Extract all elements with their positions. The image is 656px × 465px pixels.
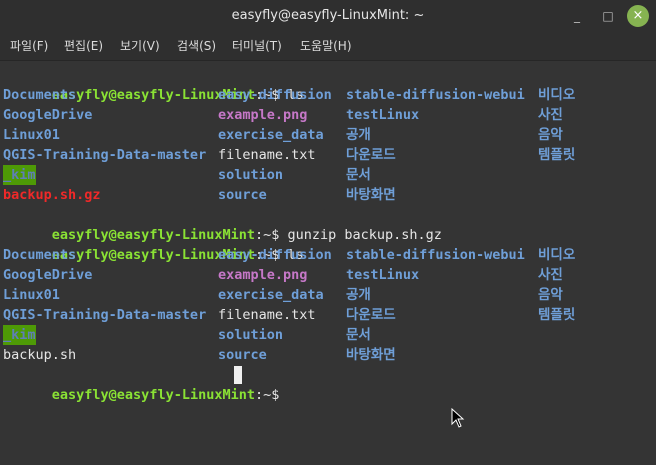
ls-output-row: Documents easy-diffusion stable-diffusion-… bbox=[3, 85, 653, 105]
ls-entry: stable-diffusion-webui bbox=[346, 87, 525, 103]
ls-entry: 문서 bbox=[346, 167, 371, 183]
ls-output-row: Linux01 exercise_data 공개 음악 bbox=[3, 125, 653, 145]
ls-entry: GoogleDrive bbox=[3, 267, 93, 283]
prompt-line: easyfly@easyfly-LinuxMint:~$ gunzip back… bbox=[3, 205, 442, 243]
ls-entry: solution bbox=[218, 327, 284, 343]
ls-entry: easy-diffusion bbox=[218, 247, 332, 263]
ls-entry: easy-diffusion bbox=[218, 87, 332, 103]
ls-entry: 공개 bbox=[346, 127, 371, 143]
ls-entry: 바탕화면 bbox=[346, 347, 396, 363]
ls-entry: 문서 bbox=[346, 327, 371, 343]
ls-entry: 음악 bbox=[538, 287, 563, 303]
menu-bar: 파일(F) 편집(E) 보기(V) 검색(S) 터미널(T) 도움말(H) bbox=[0, 32, 656, 61]
menu-view[interactable]: 보기(V) bbox=[118, 32, 162, 60]
menu-file[interactable]: 파일(F) bbox=[8, 32, 50, 60]
ls-entry: GoogleDrive bbox=[3, 107, 93, 123]
ls-output-row: GoogleDrive example.png testLinux 사진 bbox=[3, 105, 653, 125]
prompt-line: easyfly@easyfly-LinuxMint:~$ ls bbox=[3, 225, 304, 263]
ls-entry: source bbox=[218, 187, 267, 203]
command-text: gunzip backup.sh.gz bbox=[287, 227, 442, 243]
ls-entry: solution bbox=[218, 167, 284, 183]
menu-search[interactable]: 검색(S) bbox=[175, 32, 218, 60]
ls-entry: 사진 bbox=[538, 267, 563, 283]
ls-entry: 템플릿 bbox=[538, 147, 576, 163]
ls-output-row: backup.sh.gz source 바탕화면 bbox=[3, 185, 653, 205]
ls-entry: _kim bbox=[3, 325, 36, 345]
ls-entry: Documents bbox=[3, 247, 77, 263]
ls-entry: Linux01 bbox=[3, 287, 60, 303]
ls-output-row: GoogleDrive example.png testLinux 사진 bbox=[3, 265, 653, 285]
ls-entry: 공개 bbox=[346, 287, 371, 303]
ls-entry: Linux01 bbox=[3, 127, 60, 143]
ls-entry: exercise_data bbox=[218, 127, 324, 143]
ls-output-row: _kim solution 문서 bbox=[3, 165, 653, 185]
ls-output-row: Documents easy-diffusion stable-diffusion-… bbox=[3, 245, 653, 265]
ls-output-row: backup.sh source 바탕화면 bbox=[3, 345, 653, 365]
ls-entry: backup.sh bbox=[3, 347, 77, 363]
ls-entry: 비디오 bbox=[538, 247, 576, 263]
ls-entry: _kim bbox=[3, 165, 36, 185]
ls-entry: backup.sh.gz bbox=[3, 187, 101, 203]
ls-entry: 다운로드 bbox=[346, 147, 396, 163]
ls-entry: example.png bbox=[218, 267, 308, 283]
ls-output-row: QGIS-Training-Data-master filename.txt 다운로… bbox=[3, 145, 653, 165]
ls-entry: 음악 bbox=[538, 127, 563, 143]
ls-entry: filename.txt bbox=[218, 307, 316, 323]
ls-output-row: Linux01 exercise_data 공개 음악 bbox=[3, 285, 653, 305]
ls-entry: filename.txt bbox=[218, 147, 316, 163]
menu-terminal[interactable]: 터미널(T) bbox=[230, 32, 284, 60]
window-title: easyfly@easyfly-LinuxMint: ~ bbox=[231, 8, 425, 23]
prompt-line: easyfly@easyfly-LinuxMint:~$ ls bbox=[3, 65, 304, 103]
ls-output-row: _kim solution 문서 bbox=[3, 325, 653, 345]
menu-edit[interactable]: 편집(E) bbox=[62, 32, 105, 60]
maximize-button[interactable]: □ bbox=[597, 5, 619, 27]
ls-entry: exercise_data bbox=[218, 287, 324, 303]
ls-entry: 사진 bbox=[538, 107, 563, 123]
close-button[interactable]: × bbox=[627, 5, 649, 27]
ls-entry: 템플릿 bbox=[538, 307, 576, 323]
title-bar[interactable]: easyfly@easyfly-LinuxMint: ~ _ □ × bbox=[0, 0, 656, 32]
ls-entry: stable-diffusion-webui bbox=[346, 247, 525, 263]
terminal-output[interactable]: easyfly@easyfly-LinuxMint:~$ ls Document… bbox=[0, 61, 656, 465]
ls-entry: testLinux bbox=[346, 107, 420, 123]
ls-entry: source bbox=[218, 347, 267, 363]
prompt-user: easyfly@easyfly-LinuxMint bbox=[51, 387, 255, 403]
prompt-line: easyfly@easyfly-LinuxMint:~$ bbox=[3, 365, 279, 403]
ls-entry: QGIS-Training-Data-master bbox=[3, 307, 207, 323]
prompt-suffix: :~$ bbox=[254, 387, 288, 403]
ls-entry: example.png bbox=[218, 107, 308, 123]
ls-output-row: QGIS-Training-Data-master filename.txt 다운로… bbox=[3, 305, 653, 325]
minimize-button[interactable]: _ bbox=[566, 5, 588, 27]
ls-entry: testLinux bbox=[346, 267, 420, 283]
ls-entry: QGIS-Training-Data-master bbox=[3, 147, 207, 163]
ls-entry: Documents bbox=[3, 87, 77, 103]
ls-entry: 비디오 bbox=[538, 87, 576, 103]
mouse-pointer-icon bbox=[451, 408, 465, 428]
terminal-window: easyfly@easyfly-LinuxMint: ~ _ □ × 파일(F)… bbox=[0, 0, 656, 465]
ls-entry: 바탕화면 bbox=[346, 187, 396, 203]
menu-help[interactable]: 도움말(H) bbox=[298, 32, 354, 60]
text-cursor bbox=[234, 366, 242, 384]
ls-entry: 다운로드 bbox=[346, 307, 396, 323]
